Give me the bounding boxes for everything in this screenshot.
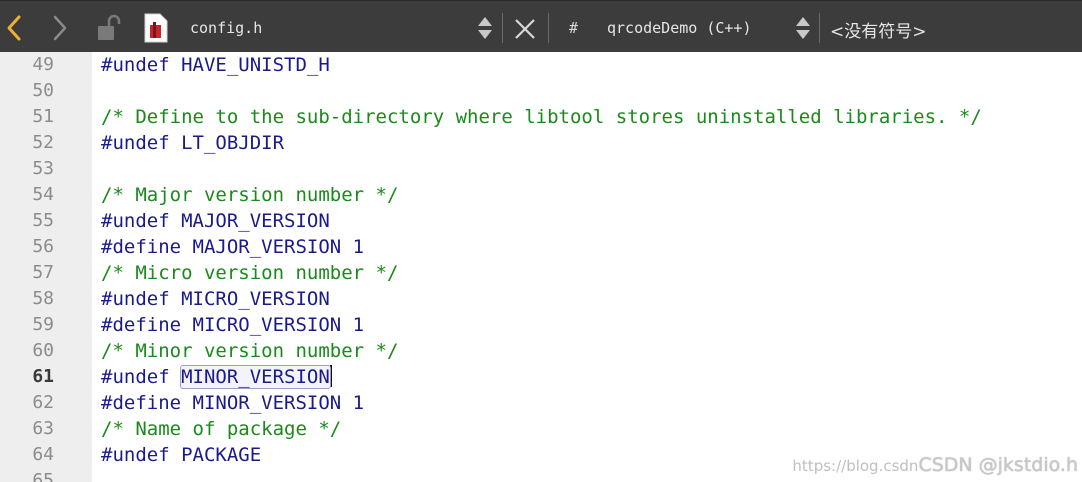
code-line[interactable]: 60 /* Minor version number */ [0,338,1082,364]
code-line[interactable]: 53 [0,156,1082,182]
code-keyword: #undef [101,366,182,388]
file-name[interactable]: config.h [190,19,262,37]
code-line[interactable]: 57 /* Micro version number */ [0,260,1082,286]
line-number: 55 [32,210,54,231]
code-text: #define MAJOR_VERSION 1 [101,236,365,258]
code-text: #undef LT_OBJDIR [101,132,285,154]
line-number: 64 [32,444,54,465]
code-text: #undef PACKAGE [101,444,262,466]
watermark-brand: CSDN @jkstdio.h [918,454,1078,476]
line-number: 50 [32,80,54,101]
code-text: #define MICRO_VERSION 1 [101,314,365,336]
symbol-context[interactable]: qrcodeDemo (C++) [607,19,752,37]
toolbar-divider [502,13,503,43]
line-number: 57 [32,262,54,283]
line-number: 54 [32,184,54,205]
code-text: #undef MICRO_VERSION [101,288,330,310]
file-updown-icon[interactable] [476,15,494,41]
code-line[interactable]: 58 #undef MICRO_VERSION [0,286,1082,312]
line-number: 65 [32,470,54,482]
line-number: 56 [32,236,54,257]
editor-toolbar: config.h # qrcodeDemo (C++) <没有符号> [0,0,1082,52]
code-line[interactable]: 54 /* Major version number */ [0,182,1082,208]
comment-text: /* Define to the sub-directory where lib… [101,106,982,128]
current-code-line[interactable]: 61 #undef MINOR_VERSION [0,364,1082,390]
file-type-icon [144,13,168,43]
code-text: #undef MAJOR_VERSION [101,210,330,232]
code-text: #undef HAVE_UNISTD_H [101,54,330,76]
symbol-updown-icon[interactable] [794,15,812,41]
line-number: 49 [32,54,54,75]
code-line[interactable]: 59 #define MICRO_VERSION 1 [0,312,1082,338]
text-caret [329,365,332,387]
line-number: 51 [32,106,54,127]
code-editor[interactable]: 49 #undef HAVE_UNISTD_H 50 51 /* Define to… [0,52,1082,482]
close-icon[interactable] [513,17,537,41]
line-number: 60 [32,340,54,361]
code-line[interactable]: 50 [0,78,1082,104]
symbol-selector[interactable]: <没有符号> [830,17,927,42]
line-number: 61 [32,366,54,387]
highlighted-identifier[interactable]: MINOR_VERSION [180,365,331,389]
toolbar-divider [548,13,549,43]
code-line[interactable]: 62 #define MINOR_VERSION 1 [0,390,1082,416]
line-number: 59 [32,314,54,335]
comment-text: /* Major version number */ [101,184,399,206]
code-line[interactable]: 63 /* Name of package */ [0,416,1082,442]
line-number: 63 [32,418,54,439]
comment-text: /* Minor version number */ [101,340,399,362]
comment-text: /* Name of package */ [101,418,342,440]
hash-label: # [569,19,579,37]
watermark-url: https://blog.csdn [792,457,919,475]
code-line[interactable]: 51 /* Define to the sub-directory where l… [0,104,1082,130]
line-number: 52 [32,132,54,153]
back-arrow-icon[interactable] [4,14,24,42]
code-line[interactable]: 55 #undef MAJOR_VERSION [0,208,1082,234]
line-number: 62 [32,392,54,413]
comment-text: /* Micro version number */ [101,262,399,284]
watermark: https://blog.csdnCSDN @jkstdio.h [792,454,1078,476]
unlock-icon[interactable] [96,13,124,43]
forward-arrow-icon[interactable] [50,14,70,42]
toolbar-divider [819,13,820,43]
code-line[interactable]: 52 #undef LT_OBJDIR [0,130,1082,156]
code-line[interactable]: 49 #undef HAVE_UNISTD_H [0,52,1082,78]
code-line[interactable]: 56 #define MAJOR_VERSION 1 [0,234,1082,260]
line-number: 53 [32,158,54,179]
code-text: #undef MINOR_VERSION [101,364,332,390]
code-text: #define MINOR_VERSION 1 [101,392,365,414]
line-number: 58 [32,288,54,309]
